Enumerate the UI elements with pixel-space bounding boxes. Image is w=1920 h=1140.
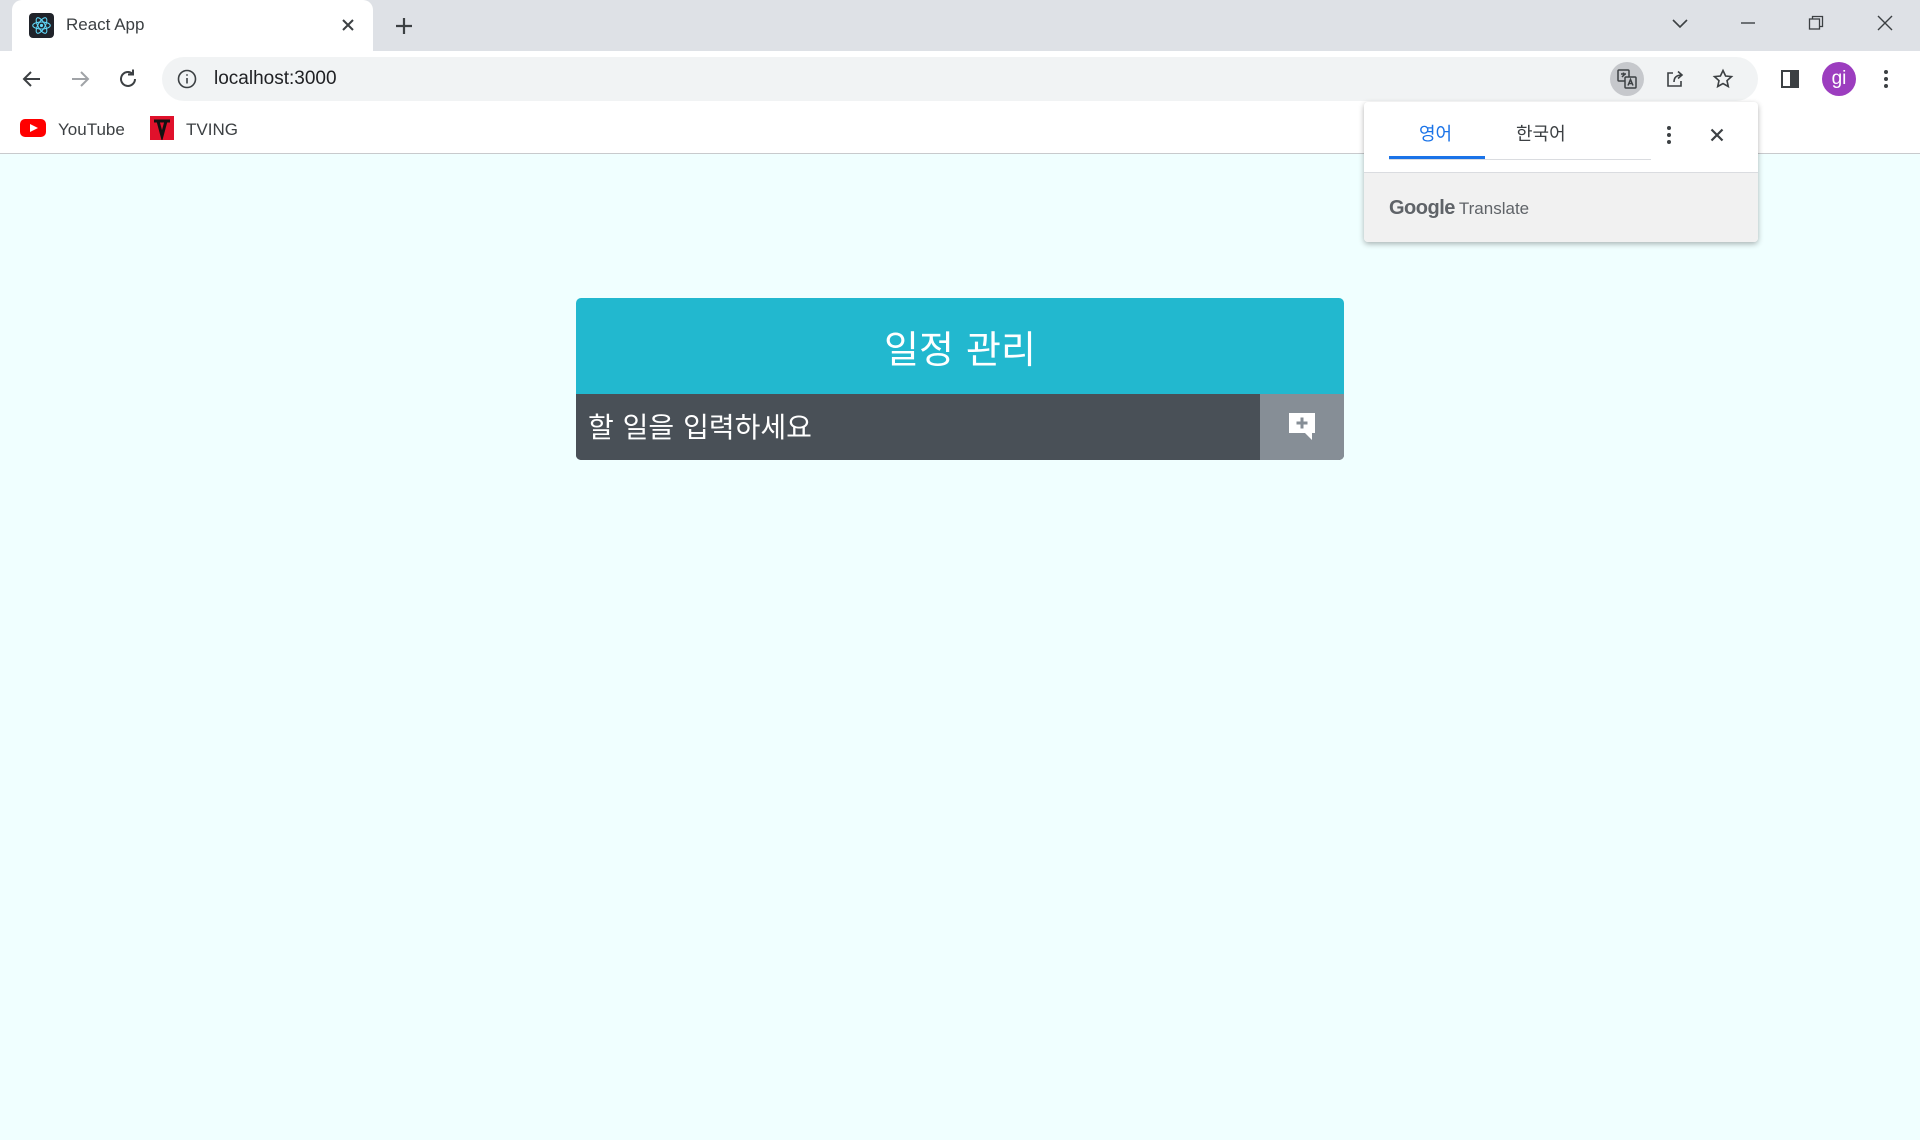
back-arrow-icon[interactable] xyxy=(14,61,50,97)
tab-strip: React App xyxy=(0,0,1920,51)
address-url[interactable]: localhost:3000 xyxy=(214,68,337,90)
youtube-icon xyxy=(20,118,46,142)
translate-popup: 영어 한국어 Google Translate xyxy=(1364,102,1758,242)
restore-icon[interactable] xyxy=(1796,8,1836,38)
site-info-icon[interactable] xyxy=(176,68,198,90)
tab-search-chevron-down-icon[interactable] xyxy=(1660,8,1700,38)
profile-avatar[interactable]: gi xyxy=(1822,62,1856,96)
bookmark-tving[interactable]: TVING xyxy=(150,115,238,145)
todo-insert-form xyxy=(576,394,1344,460)
translate-icon[interactable] xyxy=(1610,62,1644,96)
add-todo-button[interactable] xyxy=(1260,394,1344,460)
bookmark-star-icon[interactable] xyxy=(1706,62,1740,96)
bookmark-label: TVING xyxy=(186,120,238,139)
address-bar[interactable]: localhost:3000 xyxy=(162,57,1758,101)
tving-icon xyxy=(150,115,174,145)
app-title: 일정 관리 xyxy=(576,298,1344,394)
side-panel-icon[interactable] xyxy=(1772,61,1808,97)
share-icon[interactable] xyxy=(1658,62,1692,96)
google-wordmark: Google xyxy=(1389,197,1455,219)
active-tab-indicator xyxy=(1389,156,1485,159)
translate-close-icon[interactable] xyxy=(1702,120,1732,150)
google-translate-logo: Google Translate xyxy=(1389,197,1529,220)
new-tab-plus-icon[interactable] xyxy=(390,12,418,40)
reload-icon[interactable] xyxy=(110,61,146,97)
minimize-icon[interactable] xyxy=(1728,8,1768,38)
bookmark-youtube[interactable]: YouTube xyxy=(20,117,125,143)
tab-close-icon[interactable] xyxy=(336,13,360,37)
translate-footer: Google Translate xyxy=(1364,172,1758,242)
translate-wordmark: Translate xyxy=(1458,199,1530,218)
window-close-icon[interactable] xyxy=(1865,8,1905,38)
todo-template: 일정 관리 xyxy=(576,298,1344,460)
tab-language-korean[interactable]: 한국어 xyxy=(1516,120,1566,146)
kebab-menu-icon[interactable] xyxy=(1868,61,1904,97)
react-logo-icon xyxy=(29,13,54,38)
tab-language-english[interactable]: 영어 xyxy=(1419,120,1452,146)
bookmark-label: YouTube xyxy=(58,120,125,139)
translate-language-tabs: 영어 한국어 xyxy=(1389,102,1651,160)
tab-title: React App xyxy=(66,15,145,34)
browser-tab[interactable]: React App xyxy=(12,0,373,51)
browser-toolbar: localhost:3000 gi xyxy=(0,51,1920,107)
add-comment-icon xyxy=(1286,410,1318,445)
todo-input[interactable] xyxy=(576,394,1260,460)
translate-options-kebab-icon[interactable] xyxy=(1654,120,1684,150)
forward-arrow-icon[interactable] xyxy=(62,61,98,97)
